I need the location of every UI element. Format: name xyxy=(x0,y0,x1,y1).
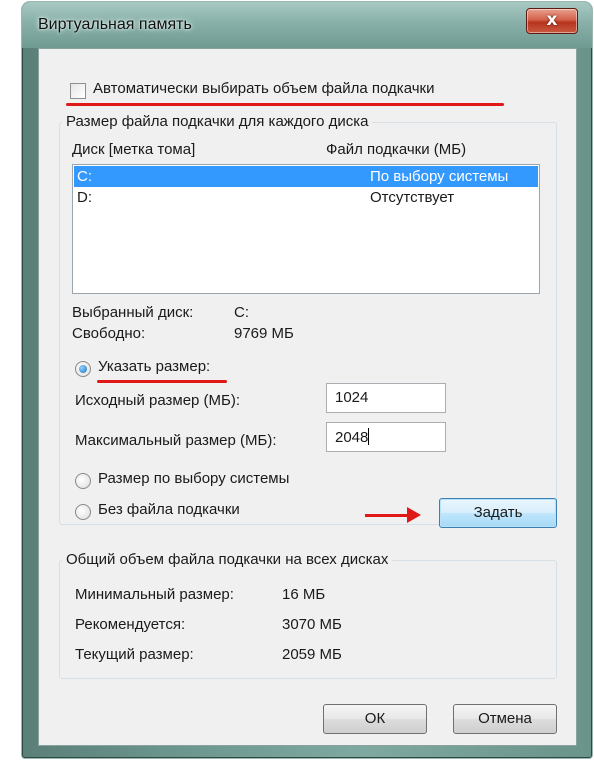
system-size-label[interactable]: Размер по выбору системы xyxy=(98,470,289,487)
recommended-label: Рекомендуется: xyxy=(75,616,186,633)
arrow-right-icon xyxy=(407,507,421,523)
drive-name: C: xyxy=(77,168,92,185)
title-bar[interactable]: Виртуальная память x xyxy=(22,2,592,48)
no-pagefile-label[interactable]: Без файла подкачки xyxy=(98,501,240,518)
set-button[interactable]: Задать xyxy=(439,498,557,528)
custom-size-label[interactable]: Указать размер: xyxy=(98,358,210,375)
max-size-value: 2048 xyxy=(335,429,369,446)
close-icon: x xyxy=(546,10,558,30)
auto-pagefile-label[interactable]: Автоматически выбирать объем файла подка… xyxy=(93,80,434,97)
drive-pagefile: По выбору системы xyxy=(370,168,509,185)
window-title: Виртуальная память xyxy=(38,16,192,33)
dialog-window: Виртуальная память x Автоматически выбир… xyxy=(22,2,592,758)
drive-row-c[interactable]: C: По выбору системы xyxy=(74,166,538,187)
annotation-arrow xyxy=(365,514,409,517)
highlight-underline xyxy=(66,103,504,106)
column-header-pagefile: Файл подкачки (МБ) xyxy=(326,141,467,158)
system-size-radio[interactable] xyxy=(75,473,91,489)
free-space-label: Свободно: xyxy=(72,325,146,342)
min-size-label: Минимальный размер: xyxy=(75,586,234,603)
drives-group-title: Размер файла подкачки для каждого диска xyxy=(62,113,373,130)
initial-size-label: Исходный размер (МБ): xyxy=(75,392,241,409)
drive-name: D: xyxy=(77,189,92,206)
text-caret xyxy=(368,428,370,445)
total-group-title: Общий объем файла подкачки на всех диска… xyxy=(62,551,393,568)
drive-row-d[interactable]: D: Отсутствует xyxy=(74,187,538,208)
recommended-value: 3070 МБ xyxy=(282,616,342,633)
drive-pagefile: Отсутствует xyxy=(370,189,455,206)
drives-list[interactable]: C: По выбору системы D: Отсутствует xyxy=(72,164,540,294)
cancel-button[interactable]: Отмена xyxy=(453,704,557,734)
ok-button[interactable]: ОК xyxy=(323,704,427,734)
current-size-value: 2059 МБ xyxy=(282,646,342,663)
no-pagefile-radio[interactable] xyxy=(75,504,91,520)
current-size-label: Текущий размер: xyxy=(75,646,194,663)
custom-size-radio[interactable] xyxy=(75,361,91,377)
column-header-drive: Диск [метка тома] xyxy=(72,141,196,158)
auto-pagefile-checkbox[interactable] xyxy=(70,83,86,99)
selected-disk-label: Выбранный диск: xyxy=(72,304,194,321)
free-space-value: 9769 МБ xyxy=(234,325,294,342)
dialog-client-area: Автоматически выбирать объем файла подка… xyxy=(38,48,577,746)
close-button[interactable]: x xyxy=(526,8,578,34)
max-size-label: Максимальный размер (МБ): xyxy=(75,432,277,449)
max-size-input[interactable]: 2048 xyxy=(326,422,446,452)
min-size-value: 16 МБ xyxy=(282,586,326,603)
selected-disk-value: C: xyxy=(234,304,249,321)
highlight-underline xyxy=(97,380,227,383)
initial-size-input[interactable]: 1024 xyxy=(326,383,446,413)
